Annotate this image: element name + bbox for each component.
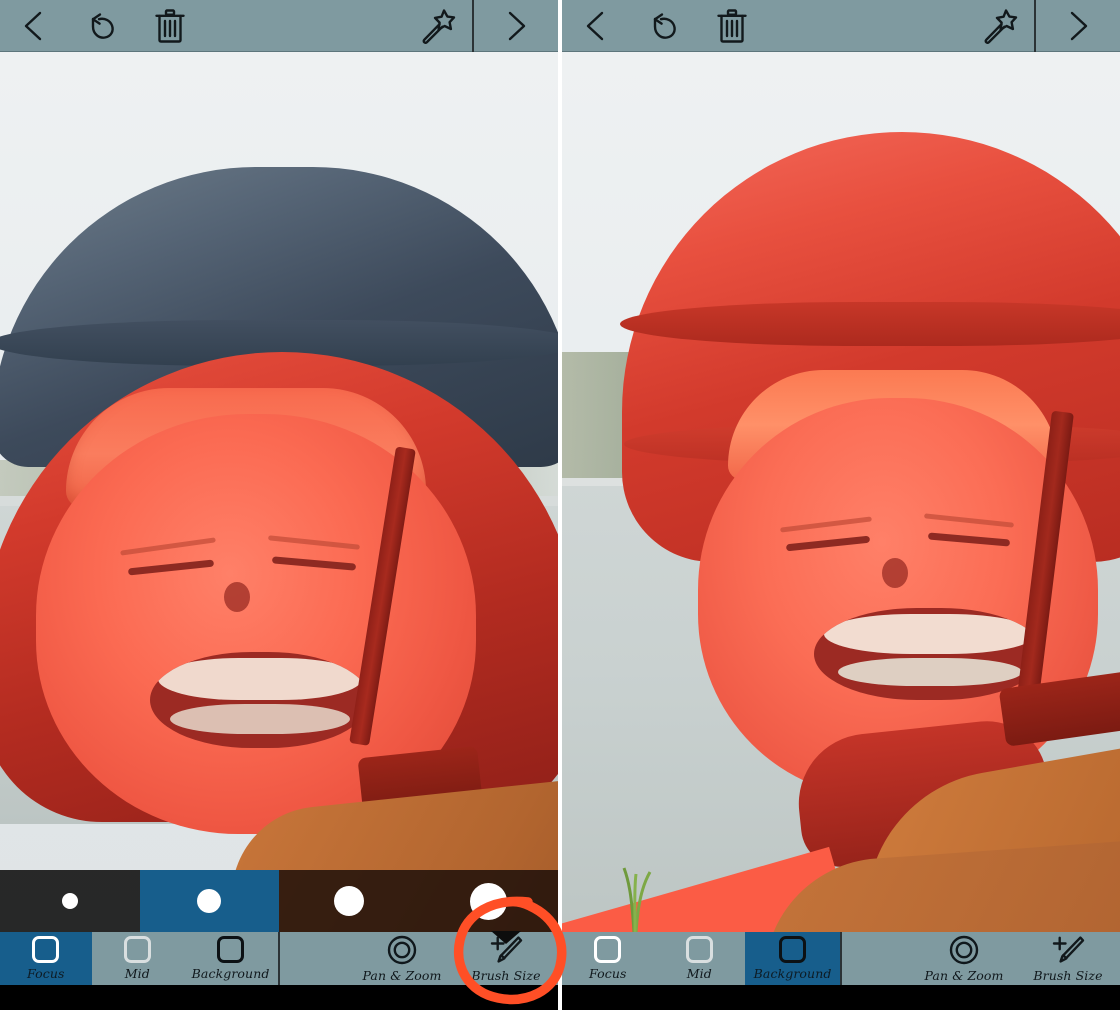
helmet-band-upper — [620, 302, 1120, 346]
grass-tuft — [622, 867, 652, 932]
magic-wand-icon — [984, 8, 1018, 44]
delete-button[interactable] — [136, 0, 204, 52]
brush-size-option-3[interactable] — [279, 870, 419, 932]
app-root: Focus Mid Background Pan & Zoom Brush Si… — [0, 0, 1120, 1010]
undo-button[interactable] — [68, 0, 136, 52]
trash-icon — [717, 8, 747, 43]
mouth — [150, 652, 370, 748]
right-top-toolbar — [562, 0, 1120, 52]
concentric-circles-icon — [949, 935, 979, 964]
square-outline-white-icon — [594, 936, 622, 963]
pencil-plus-icon — [1052, 935, 1085, 963]
magic-wand-icon — [422, 8, 456, 44]
mask-mode-mid[interactable]: Mid — [92, 932, 184, 985]
top-toolbar-right-group — [1036, 0, 1120, 51]
undo-icon — [653, 12, 676, 39]
right-bottom-toolbar: Focus Mid Background Pan & Zoom Brush Si… — [562, 932, 1120, 985]
brush-size-option-4[interactable] — [418, 870, 558, 932]
mask-mode-focus-label: Focus — [589, 966, 627, 981]
undo-button[interactable] — [630, 0, 698, 52]
nose — [882, 558, 908, 588]
chevron-left-icon — [24, 11, 42, 40]
right-photo-canvas[interactable] — [562, 52, 1120, 932]
upper-teeth — [824, 614, 1036, 654]
tool-pan-zoom-label: Pan & Zoom — [924, 967, 1004, 983]
lower-teeth — [170, 704, 350, 734]
top-toolbar-left-group — [0, 0, 472, 51]
tool-brush-size[interactable]: Brush Size — [1016, 932, 1120, 985]
left-panel: Focus Mid Background Pan & Zoom Brush Si… — [0, 0, 558, 1010]
left-photo-canvas[interactable] — [0, 52, 558, 932]
mask-mode-background[interactable]: Background — [745, 932, 840, 985]
nose — [224, 582, 250, 612]
undo-icon — [91, 12, 114, 39]
next-button[interactable] — [474, 0, 558, 52]
mask-mode-mid[interactable]: Mid — [654, 932, 746, 985]
mask-mode-group: Focus Mid Background — [562, 932, 842, 985]
lower-teeth — [838, 658, 1022, 686]
tool-pan-zoom-label: Pan & Zoom — [362, 967, 442, 983]
mask-mode-mid-label: Mid — [686, 966, 712, 981]
tool-pan-zoom[interactable]: Pan & Zoom — [350, 932, 454, 985]
chevron-right-icon — [1070, 11, 1088, 40]
magic-wand-button[interactable] — [404, 0, 472, 52]
left-bottom-black-strip — [0, 985, 558, 1010]
tool-group: Pan & Zoom Brush Size — [280, 931, 558, 985]
mask-mode-focus-label: Focus — [27, 966, 65, 981]
mask-mode-background-label: Background — [753, 966, 832, 981]
panel-gap-divider — [558, 0, 562, 1010]
brush-size-popup[interactable] — [0, 870, 558, 932]
tool-pan-zoom[interactable]: Pan & Zoom — [912, 932, 1016, 985]
mask-mode-background-label: Background — [191, 966, 270, 981]
back-button[interactable] — [562, 0, 630, 52]
next-button[interactable] — [1036, 0, 1120, 52]
right-panel: Focus Mid Background Pan & Zoom Brush Si… — [562, 0, 1120, 1010]
square-outline-black-icon — [217, 936, 245, 963]
top-toolbar-left-group — [562, 0, 1034, 51]
square-outline-white-icon — [32, 936, 60, 963]
brush-size-option-1[interactable] — [0, 870, 140, 932]
tool-brush-size[interactable]: Brush Size — [454, 931, 558, 985]
mask-mode-focus[interactable]: Focus — [0, 932, 92, 985]
square-outline-gray-icon — [685, 936, 713, 963]
trash-icon — [155, 8, 185, 43]
left-top-toolbar — [0, 0, 558, 52]
brush-dot-2 — [197, 889, 222, 913]
mask-mode-focus[interactable]: Focus — [562, 932, 654, 985]
back-button[interactable] — [0, 0, 68, 52]
delete-button[interactable] — [698, 0, 766, 52]
square-outline-black-icon — [779, 936, 807, 963]
upper-teeth — [158, 658, 362, 700]
concentric-circles-icon — [387, 935, 417, 964]
mask-mode-group: Focus Mid Background — [0, 932, 280, 985]
tool-brush-size-label: Brush Size — [471, 967, 541, 983]
square-outline-gray-icon — [123, 936, 151, 963]
mask-mode-background[interactable]: Background — [183, 932, 278, 985]
tool-group: Pan & Zoom Brush Size — [842, 932, 1120, 985]
left-bottom-toolbar: Focus Mid Background Pan & Zoom Brush Si… — [0, 931, 558, 985]
mask-mode-mid-label: Mid — [124, 966, 150, 981]
tool-brush-size-label: Brush Size — [1033, 967, 1103, 983]
popup-pointer-triangle — [491, 931, 521, 944]
chevron-left-icon — [586, 11, 604, 40]
brush-size-option-2[interactable] — [139, 870, 279, 932]
brush-dot-1 — [61, 893, 78, 909]
chevron-right-icon — [508, 11, 526, 40]
brush-dot-3 — [333, 886, 364, 916]
magic-wand-button[interactable] — [966, 0, 1034, 52]
brush-dot-4 — [469, 882, 507, 920]
right-bottom-black-strip — [562, 985, 1120, 1010]
top-toolbar-right-group — [474, 0, 558, 51]
mouth — [814, 608, 1044, 700]
